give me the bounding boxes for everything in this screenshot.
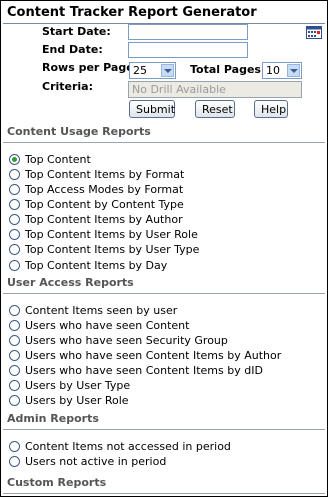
chevron-down-icon[interactable] [287,64,300,77]
page-title: Content Tracker Report Generator [7,5,257,20]
radio-top-content-items-by-day[interactable]: Top Content Items by Day [9,258,167,273]
section-divider [3,493,325,494]
start-date-field[interactable] [128,24,248,40]
section-divider [3,429,325,430]
radio-top-content-by-content-type[interactable]: Top Content by Content Type [9,197,184,212]
radio-button[interactable] [9,184,20,195]
radio-top-content-items-by-author[interactable]: Top Content Items by Author [9,212,183,227]
total-pages-select[interactable]: 10 [262,62,302,79]
radio-label: Top Content Items by Day [25,259,168,272]
total-pages-value: 10 [266,64,280,77]
radio-users-by-user-type[interactable]: Users by User Type [9,378,130,393]
section-title-user-access: User Access Reports [7,276,134,289]
section-divider [3,142,325,143]
total-pages-label: Total Pages: [190,63,266,76]
radio-users-seen-content-items-by-author[interactable]: Users who have seen Content Items by Aut… [9,348,281,363]
rows-per-page-value: 25 [133,64,147,77]
section-title-admin: Admin Reports [7,412,99,425]
end-date-field[interactable] [128,42,248,58]
radio-label: Top Access Modes by Format [25,183,184,196]
radio-content-items-not-accessed[interactable]: Content Items not accessed in period [9,439,231,454]
radio-button[interactable] [9,350,20,361]
radio-label: Users who have seen Content [25,319,190,332]
radio-users-seen-content-items-by-did[interactable]: Users who have seen Content Items by dID [9,363,263,378]
submit-button[interactable]: Submit [129,100,175,118]
radio-top-content-items-by-user-role[interactable]: Top Content Items by User Role [9,227,198,242]
radio-label: Top Content by Content Type [25,198,184,211]
radio-label: Users by User Role [25,394,129,407]
radio-label: Content Items not accessed in period [25,440,231,453]
radio-label: Top Content Items by User Role [25,228,198,241]
criteria-label: Criteria: [42,80,94,93]
radio-button[interactable] [9,456,20,467]
radio-button[interactable] [9,229,20,240]
radio-label: Users by User Type [25,379,131,392]
end-date-label: End Date: [42,43,103,56]
report-generator-panel: Content Tracker Report Generator Start D… [0,0,328,497]
radio-button[interactable] [9,365,20,376]
radio-button[interactable] [9,441,20,452]
radio-button[interactable] [9,395,20,406]
rows-per-page-label: Rows per Page: [42,61,139,74]
reset-button[interactable]: Reset [195,100,235,118]
radio-top-content-items-by-format[interactable]: Top Content Items by Format [9,167,184,182]
chevron-down-icon[interactable] [161,64,174,77]
radio-button[interactable] [9,320,20,331]
radio-label: Top Content Items by Format [25,168,185,181]
radio-users-by-user-role[interactable]: Users by User Role [9,393,129,408]
start-date-label: Start Date: [42,25,111,38]
radio-button[interactable] [9,335,20,346]
section-title-content-usage: Content Usage Reports [7,125,151,138]
radio-label: Users who have seen Content Items by Aut… [25,349,282,362]
radio-users-seen-security-group[interactable]: Users who have seen Security Group [9,333,228,348]
radio-button[interactable] [9,380,20,391]
radio-label: Top Content [25,153,91,166]
radio-button[interactable] [9,199,20,210]
radio-button[interactable] [9,169,20,180]
radio-button[interactable] [9,305,20,316]
radio-top-content[interactable]: Top Content [9,152,91,167]
criteria-field: No Drill Available [128,81,302,98]
rows-per-page-select[interactable]: 25 [129,62,176,79]
radio-content-items-seen-by-user[interactable]: Content Items seen by user [9,303,177,318]
radio-button[interactable] [9,244,20,255]
radio-button[interactable] [9,214,20,225]
radio-users-seen-content[interactable]: Users who have seen Content [9,318,189,333]
radio-top-access-modes-by-format[interactable]: Top Access Modes by Format [9,182,183,197]
radio-button[interactable] [9,154,20,165]
section-title-custom: Custom Reports [7,476,107,489]
radio-top-content-items-by-user-type[interactable]: Top Content Items by User Type [9,242,199,257]
radio-label: Users who have seen Security Group [25,334,228,347]
radio-label: Top Content Items by Author [25,213,183,226]
radio-label: Content Items seen by user [25,304,178,317]
radio-label: Users not active in period [25,455,167,468]
calendar-icon[interactable] [306,26,322,39]
radio-button[interactable] [9,260,20,271]
section-divider [3,293,325,294]
help-button[interactable]: Help [254,100,288,118]
radio-label: Users who have seen Content Items by dID [25,364,263,377]
radio-users-not-active[interactable]: Users not active in period [9,454,166,469]
radio-label: Top Content Items by User Type [25,243,200,256]
